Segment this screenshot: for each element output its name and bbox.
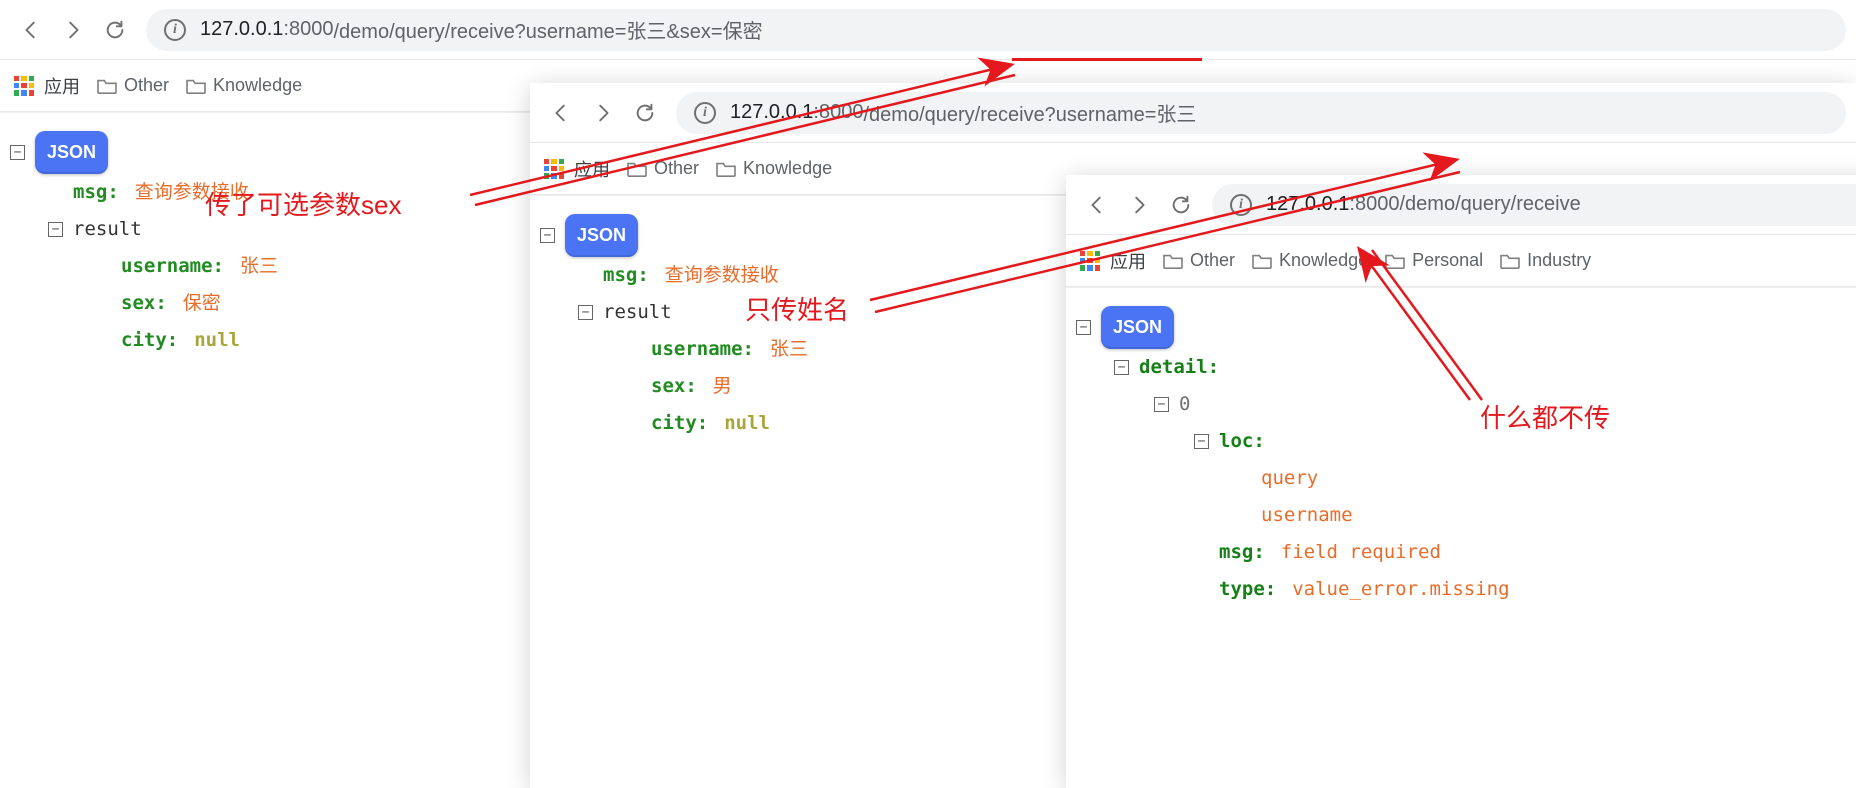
apps-icon: [14, 76, 34, 96]
json-index: 0: [1179, 386, 1190, 423]
folder-icon: [185, 77, 207, 95]
json-badge: JSON: [35, 131, 108, 174]
json-value: 查询参数接收: [135, 174, 249, 211]
json-value: null: [194, 322, 240, 359]
json-value: 张三: [240, 248, 278, 285]
toolbar: 127.0.0.1:8000/demo/query/receive?userna…: [0, 0, 1856, 60]
collapse-icon[interactable]: −: [1194, 434, 1209, 449]
json-badge: JSON: [1101, 306, 1174, 349]
json-value: 查询参数接收: [665, 257, 779, 294]
bookmark-folder[interactable]: Knowledge: [185, 75, 302, 96]
url-host: 127.0.0.1: [1266, 193, 1349, 216]
folder-icon: [715, 160, 737, 178]
site-info-icon[interactable]: [164, 19, 186, 41]
bookmark-folder[interactable]: Personal: [1384, 250, 1483, 271]
url-path: /demo/query/receive?username=张三: [863, 98, 1196, 127]
apps-shortcut[interactable]: 应用: [544, 156, 610, 182]
back-button[interactable]: [540, 92, 582, 134]
json-key: loc: [1219, 423, 1253, 460]
reload-button[interactable]: [1160, 184, 1202, 226]
url-path: /demo/query/receive: [1399, 193, 1580, 216]
collapse-icon[interactable]: −: [578, 305, 593, 320]
json-value: value_error.missing: [1292, 571, 1509, 608]
json-value: 男: [713, 368, 732, 405]
collapse-icon[interactable]: −: [48, 222, 63, 237]
json-key: detail: [1139, 349, 1208, 386]
apps-shortcut[interactable]: 应用: [1080, 248, 1146, 274]
url-host: 127.0.0.1: [200, 18, 283, 41]
reload-button[interactable]: [624, 92, 666, 134]
apps-icon: [544, 159, 564, 179]
apps-icon: [1080, 251, 1100, 271]
json-value: username: [1261, 497, 1353, 534]
site-info-icon[interactable]: [1230, 194, 1252, 216]
json-value: 张三: [770, 331, 808, 368]
folder-icon: [1162, 252, 1184, 270]
json-key: msg: [1219, 534, 1253, 571]
folder-icon: [1499, 252, 1521, 270]
bookmark-folder[interactable]: Other: [626, 158, 699, 179]
folder-icon: [626, 160, 648, 178]
json-key: sex: [121, 285, 155, 322]
reload-button[interactable]: [94, 9, 136, 51]
url-port: :8000: [1349, 193, 1399, 216]
bookmark-folder[interactable]: Industry: [1499, 250, 1591, 271]
folder-icon: [1384, 252, 1406, 270]
collapse-icon[interactable]: −: [540, 228, 555, 243]
json-key: result: [73, 211, 142, 248]
apps-shortcut[interactable]: 应用: [14, 73, 80, 99]
json-key: msg: [73, 174, 107, 211]
bookmark-folder[interactable]: Knowledge: [1251, 250, 1368, 271]
forward-button[interactable]: [1118, 184, 1160, 226]
url-port: :8000: [283, 18, 333, 41]
site-info-icon[interactable]: [694, 102, 716, 124]
url-port: :8000: [813, 101, 863, 124]
folder-icon: [1251, 252, 1273, 270]
toolbar: 127.0.0.1:8000/demo/query/receive hat: [1066, 175, 1856, 235]
json-key: city: [651, 405, 697, 442]
json-key: type: [1219, 571, 1265, 608]
collapse-icon[interactable]: −: [10, 145, 25, 160]
json-value: 保密: [183, 285, 221, 322]
forward-button[interactable]: [52, 9, 94, 51]
json-key: sex: [651, 368, 685, 405]
bookmarks-bar: 应用 Other Knowledge Personal Industry: [1066, 235, 1856, 287]
json-key: city: [121, 322, 167, 359]
back-button[interactable]: [1076, 184, 1118, 226]
toolbar: 127.0.0.1:8000/demo/query/receive?userna…: [530, 83, 1856, 143]
address-bar[interactable]: 127.0.0.1:8000/demo/query/receive: [1212, 184, 1856, 226]
json-viewer: −JSON −detail : −0 −loc : query username…: [1066, 287, 1856, 626]
browser-window-3: 127.0.0.1:8000/demo/query/receive hat 应用…: [1066, 175, 1856, 788]
bookmark-folder[interactable]: Other: [96, 75, 169, 96]
json-value: field required: [1281, 534, 1441, 571]
json-badge: JSON: [565, 214, 638, 257]
address-bar[interactable]: 127.0.0.1:8000/demo/query/receive?userna…: [146, 9, 1846, 51]
bookmark-folder[interactable]: Other: [1162, 250, 1235, 271]
annotation-underline: [1012, 58, 1202, 61]
folder-icon: [96, 77, 118, 95]
bookmark-folder[interactable]: Knowledge: [715, 158, 832, 179]
collapse-icon[interactable]: −: [1114, 360, 1129, 375]
json-value: null: [724, 405, 770, 442]
address-bar[interactable]: 127.0.0.1:8000/demo/query/receive?userna…: [676, 92, 1846, 134]
json-value: query: [1261, 460, 1318, 497]
json-key: username: [651, 331, 743, 368]
url-path: /demo/query/receive?username=张三&sex=保密: [333, 15, 762, 44]
back-button[interactable]: [10, 9, 52, 51]
json-key: username: [121, 248, 213, 285]
collapse-icon[interactable]: −: [1154, 397, 1169, 412]
collapse-icon[interactable]: −: [1076, 320, 1091, 335]
json-key: result: [603, 294, 672, 331]
forward-button[interactable]: [582, 92, 624, 134]
json-key: msg: [603, 257, 637, 294]
url-host: 127.0.0.1: [730, 101, 813, 124]
